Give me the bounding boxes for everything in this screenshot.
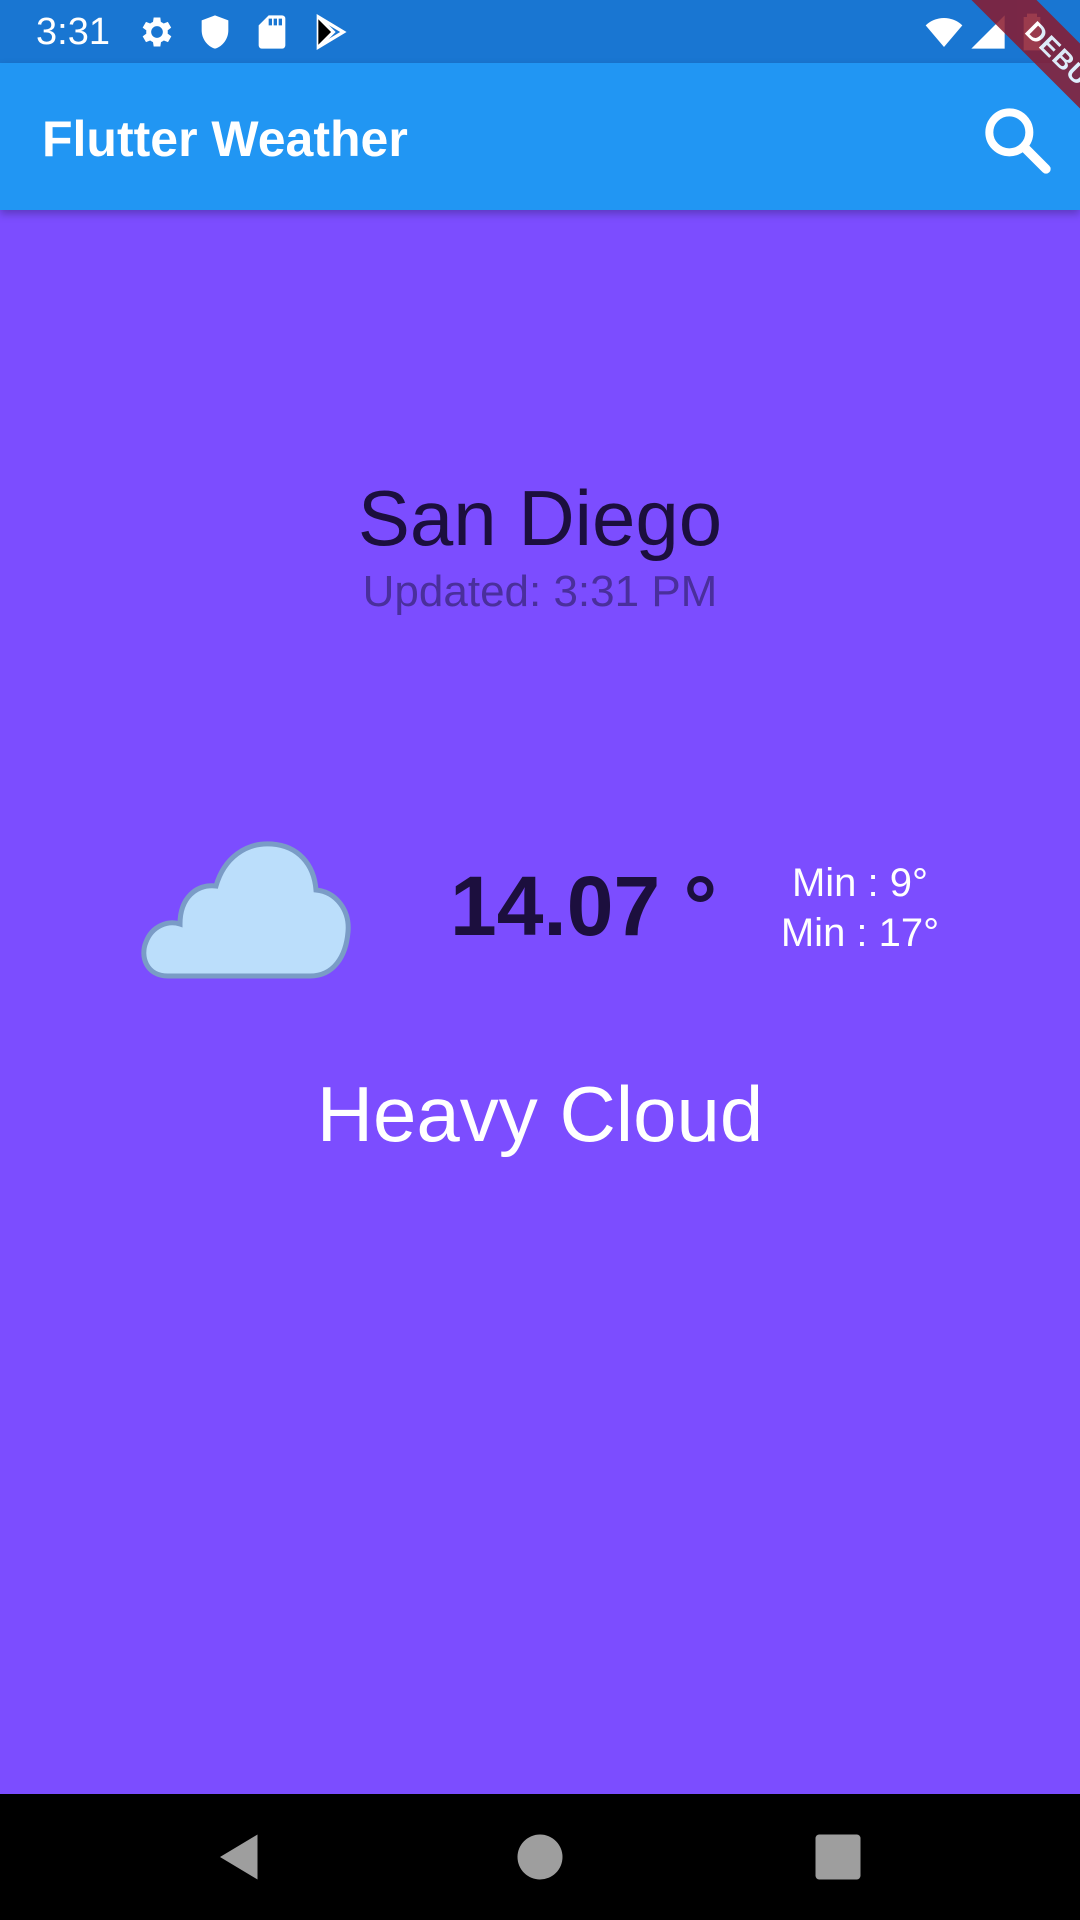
home-icon[interactable] — [510, 1827, 570, 1887]
debug-banner-container: DEBUG — [920, 0, 1080, 160]
debug-banner: DEBUG — [960, 0, 1080, 160]
gear-icon — [142, 17, 172, 47]
navigation-bar — [0, 1794, 1080, 1920]
status-bar: 3:31 — [0, 0, 1080, 63]
back-icon[interactable] — [210, 1827, 270, 1887]
city-name: San Diego — [357, 474, 723, 562]
cloud-icon — [141, 841, 351, 979]
min-temperature: Min : 9° — [791, 861, 929, 905]
sd-card-icon — [258, 15, 286, 49]
app-title: Flutter Weather — [42, 111, 408, 167]
recents-icon[interactable] — [808, 1827, 868, 1887]
max-temperature: Min : 17° — [780, 911, 940, 955]
temperature: 14.07 ° — [450, 859, 718, 953]
updated-time: Updated: 3:31 PM — [362, 567, 718, 616]
shield-icon — [201, 15, 229, 49]
status-time: 3:31 — [36, 11, 110, 53]
app-bar: Flutter Weather — [0, 63, 1080, 210]
min-max-temperatures: Min : 9° Min : 17° — [760, 858, 960, 958]
weather-condition: Heavy Cloud — [316, 1070, 764, 1158]
play-store-icon — [316, 14, 347, 50]
